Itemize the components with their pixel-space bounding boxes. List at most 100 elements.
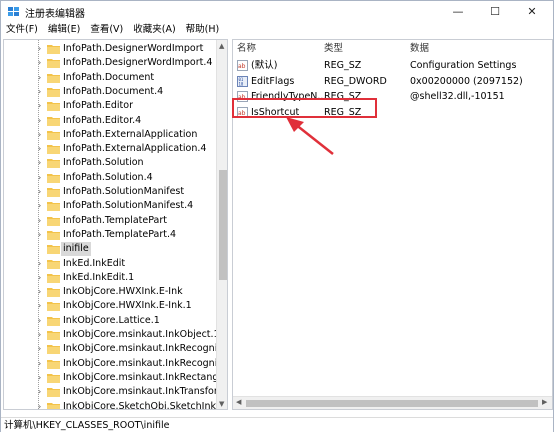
expand-chevron-icon[interactable]: › bbox=[38, 58, 41, 67]
tree-item[interactable]: › InkObjCore.msinkaut.InkRecognizerG bbox=[4, 342, 227, 356]
menu-file[interactable]: 文件(F) bbox=[1, 22, 43, 38]
value-data: 0x00200000 (2097152) bbox=[410, 75, 523, 87]
tree-item-label: InkObjCore.msinkaut.InkRecognizers. bbox=[63, 357, 228, 369]
tree-item[interactable]: › InfoPath.TemplatePart bbox=[4, 214, 216, 228]
tree-item[interactable]: › InfoPath.TemplatePart.4 bbox=[4, 228, 216, 242]
expand-chevron-icon[interactable]: › bbox=[38, 387, 41, 396]
tree-item[interactable]: › InkObjCore.Lattice.1 bbox=[4, 314, 216, 328]
tree-item[interactable]: › InkEd.InkEdit.1 bbox=[4, 271, 216, 285]
tree-item[interactable]: › InfoPath.Solution bbox=[4, 156, 216, 170]
tree-item[interactable]: › InkObjCore.msinkaut.InkObject.1 bbox=[4, 328, 220, 342]
scroll-up-icon[interactable]: ▲ bbox=[219, 42, 224, 50]
value-row[interactable]: ab (默认) REG_SZ Configuration Settings bbox=[233, 58, 552, 73]
folder-icon bbox=[47, 202, 60, 212]
folder-icon bbox=[47, 73, 60, 83]
expand-chevron-icon[interactable]: › bbox=[38, 373, 41, 382]
column-header-name[interactable]: 名称 bbox=[237, 40, 256, 57]
expand-chevron-icon[interactable]: › bbox=[38, 230, 41, 239]
expand-chevron-icon[interactable]: › bbox=[38, 330, 41, 339]
tree-item[interactable]: › InfoPath.DesignerWordImport bbox=[4, 42, 216, 56]
folder-icon bbox=[47, 173, 60, 183]
scroll-thumb[interactable] bbox=[246, 400, 538, 407]
menu-favorites[interactable]: 收藏夹(A) bbox=[128, 22, 180, 38]
expand-chevron-icon[interactable]: › bbox=[38, 144, 41, 153]
expand-chevron-icon[interactable]: › bbox=[38, 201, 41, 210]
key-tree-pane[interactable]: › InfoPath.DesignerWordImport › InfoPath.De… bbox=[3, 39, 228, 410]
tree-item-label: InfoPath.SolutionManifest bbox=[63, 186, 185, 197]
folder-icon bbox=[47, 188, 60, 197]
tree-item[interactable]: › InfoPath.SolutionManifest bbox=[4, 185, 216, 199]
expand-chevron-icon[interactable]: › bbox=[38, 344, 41, 353]
minimize-button[interactable]: — bbox=[441, 1, 475, 22]
tree-item[interactable]: › InkObjCore.HWXInk.E-Ink bbox=[4, 285, 216, 299]
folder-icon bbox=[47, 288, 60, 298]
close-button[interactable]: ✕ bbox=[515, 1, 549, 22]
scroll-down-icon[interactable]: ▼ bbox=[219, 400, 224, 408]
tree-item[interactable]: › InfoPath.Editor.4 bbox=[4, 114, 216, 128]
expand-chevron-icon[interactable]: › bbox=[38, 87, 41, 96]
tree-item[interactable]: › InkObjCore.msinkaut.InkTransform.1 bbox=[4, 385, 227, 399]
values-list-pane[interactable]: 名称 类型 数据 ab (默认) REG_SZ Configuration Setti… bbox=[232, 39, 553, 410]
column-header-data[interactable]: 数据 bbox=[410, 40, 429, 57]
expand-chevron-icon[interactable]: › bbox=[38, 158, 41, 167]
expand-chevron-icon[interactable]: › bbox=[38, 287, 41, 296]
list-horizontal-scrollbar[interactable]: ◀ ▶ bbox=[233, 396, 552, 409]
tree-item[interactable]: › InkObjCore.msinkaut.InkRectangle.1 bbox=[4, 371, 227, 385]
expand-chevron-icon[interactable]: › bbox=[38, 273, 41, 282]
tree-item[interactable]: › InfoPath.SolutionManifest.4 bbox=[4, 199, 216, 213]
svg-text:10: 10 bbox=[239, 81, 244, 86]
expand-chevron-icon[interactable]: › bbox=[38, 216, 41, 225]
menu-view[interactable]: 查看(V) bbox=[85, 22, 128, 38]
column-header-type[interactable]: 类型 bbox=[324, 40, 343, 57]
expand-chevron-icon[interactable]: › bbox=[38, 116, 41, 125]
tree-item[interactable]: › InkObjCore.HWXInk.E-Ink.1 bbox=[4, 299, 216, 313]
tree-item-label: InkObjCore.SketchObi.SketchInk bbox=[63, 400, 216, 410]
folder-icon bbox=[47, 259, 60, 269]
folder-icon bbox=[47, 216, 60, 226]
tree-item[interactable]: › InfoPath.Document.4 bbox=[4, 85, 216, 99]
value-row[interactable]: 01 10 EditFlags REG_DWORD 0x00200000 (209715… bbox=[233, 74, 552, 89]
registry-editor-window: 注册表编辑器 — ☐ ✕ 文件(F) 编辑(E) 查看(V) 收藏夹(A) 帮助… bbox=[0, 0, 554, 432]
tree-item[interactable]: › InkEd.InkEdit bbox=[4, 257, 216, 271]
tree-item[interactable]: inifile bbox=[4, 242, 216, 257]
tree-vertical-scrollbar[interactable]: ▲ ▼ bbox=[216, 40, 227, 409]
tree-item-label: InfoPath.SolutionManifest.4 bbox=[63, 200, 194, 212]
title-bar[interactable]: 注册表编辑器 — ☐ ✕ bbox=[1, 1, 553, 22]
registry-editor-icon bbox=[8, 7, 19, 16]
scroll-right-icon[interactable]: ▶ bbox=[542, 398, 547, 406]
value-name: EditFlags bbox=[251, 75, 295, 87]
tree-item[interactable]: › InfoPath.ExternalApplication bbox=[4, 128, 216, 142]
tree-item-label: inifile bbox=[61, 242, 91, 257]
folder-icon bbox=[47, 145, 60, 155]
tree-item[interactable]: › InfoPath.Document bbox=[4, 71, 216, 85]
window-title: 注册表编辑器 bbox=[25, 9, 85, 20]
tree-item-label: InkObjCore.msinkaut.InkObject.1 bbox=[63, 329, 220, 340]
expand-chevron-icon[interactable]: › bbox=[38, 187, 41, 196]
tree-item[interactable]: › InfoPath.Editor bbox=[4, 99, 216, 113]
expand-chevron-icon[interactable]: › bbox=[38, 402, 41, 410]
menu-edit[interactable]: 编辑(E) bbox=[43, 22, 85, 38]
folder-icon bbox=[47, 59, 60, 69]
expand-chevron-icon[interactable]: › bbox=[38, 301, 41, 310]
expand-chevron-icon[interactable]: › bbox=[38, 316, 41, 325]
folder-icon bbox=[47, 402, 60, 409]
expand-chevron-icon[interactable]: › bbox=[38, 44, 41, 53]
expand-chevron-icon[interactable]: › bbox=[38, 101, 41, 110]
folder-icon bbox=[47, 87, 60, 97]
tree-item[interactable]: › InfoPath.DesignerWordImport.4 bbox=[4, 56, 216, 70]
tree-item[interactable]: › InkObjCore.SketchObi.SketchInk bbox=[4, 400, 216, 410]
scroll-left-icon[interactable]: ◀ bbox=[236, 398, 241, 406]
tree-item[interactable]: › InkObjCore.msinkaut.InkRecognizers. bbox=[4, 357, 227, 371]
tree-item[interactable]: › InfoPath.Solution.4 bbox=[4, 171, 216, 185]
tree-item-label: InkObjCore.HWXInk.E-Ink bbox=[63, 286, 183, 298]
expand-chevron-icon[interactable]: › bbox=[38, 259, 41, 268]
expand-chevron-icon[interactable]: › bbox=[38, 359, 41, 368]
tree-item-label: InkObjCore.msinkaut.InkRecognizerG bbox=[63, 343, 228, 355]
menu-help[interactable]: 帮助(H) bbox=[181, 22, 225, 38]
tree-item[interactable]: › InfoPath.ExternalApplication.4 bbox=[4, 142, 216, 156]
expand-chevron-icon[interactable]: › bbox=[38, 173, 41, 182]
expand-chevron-icon[interactable]: › bbox=[38, 130, 41, 139]
scroll-thumb[interactable] bbox=[219, 170, 227, 280]
expand-chevron-icon[interactable]: › bbox=[38, 73, 41, 82]
maximize-button[interactable]: ☐ bbox=[478, 1, 512, 22]
